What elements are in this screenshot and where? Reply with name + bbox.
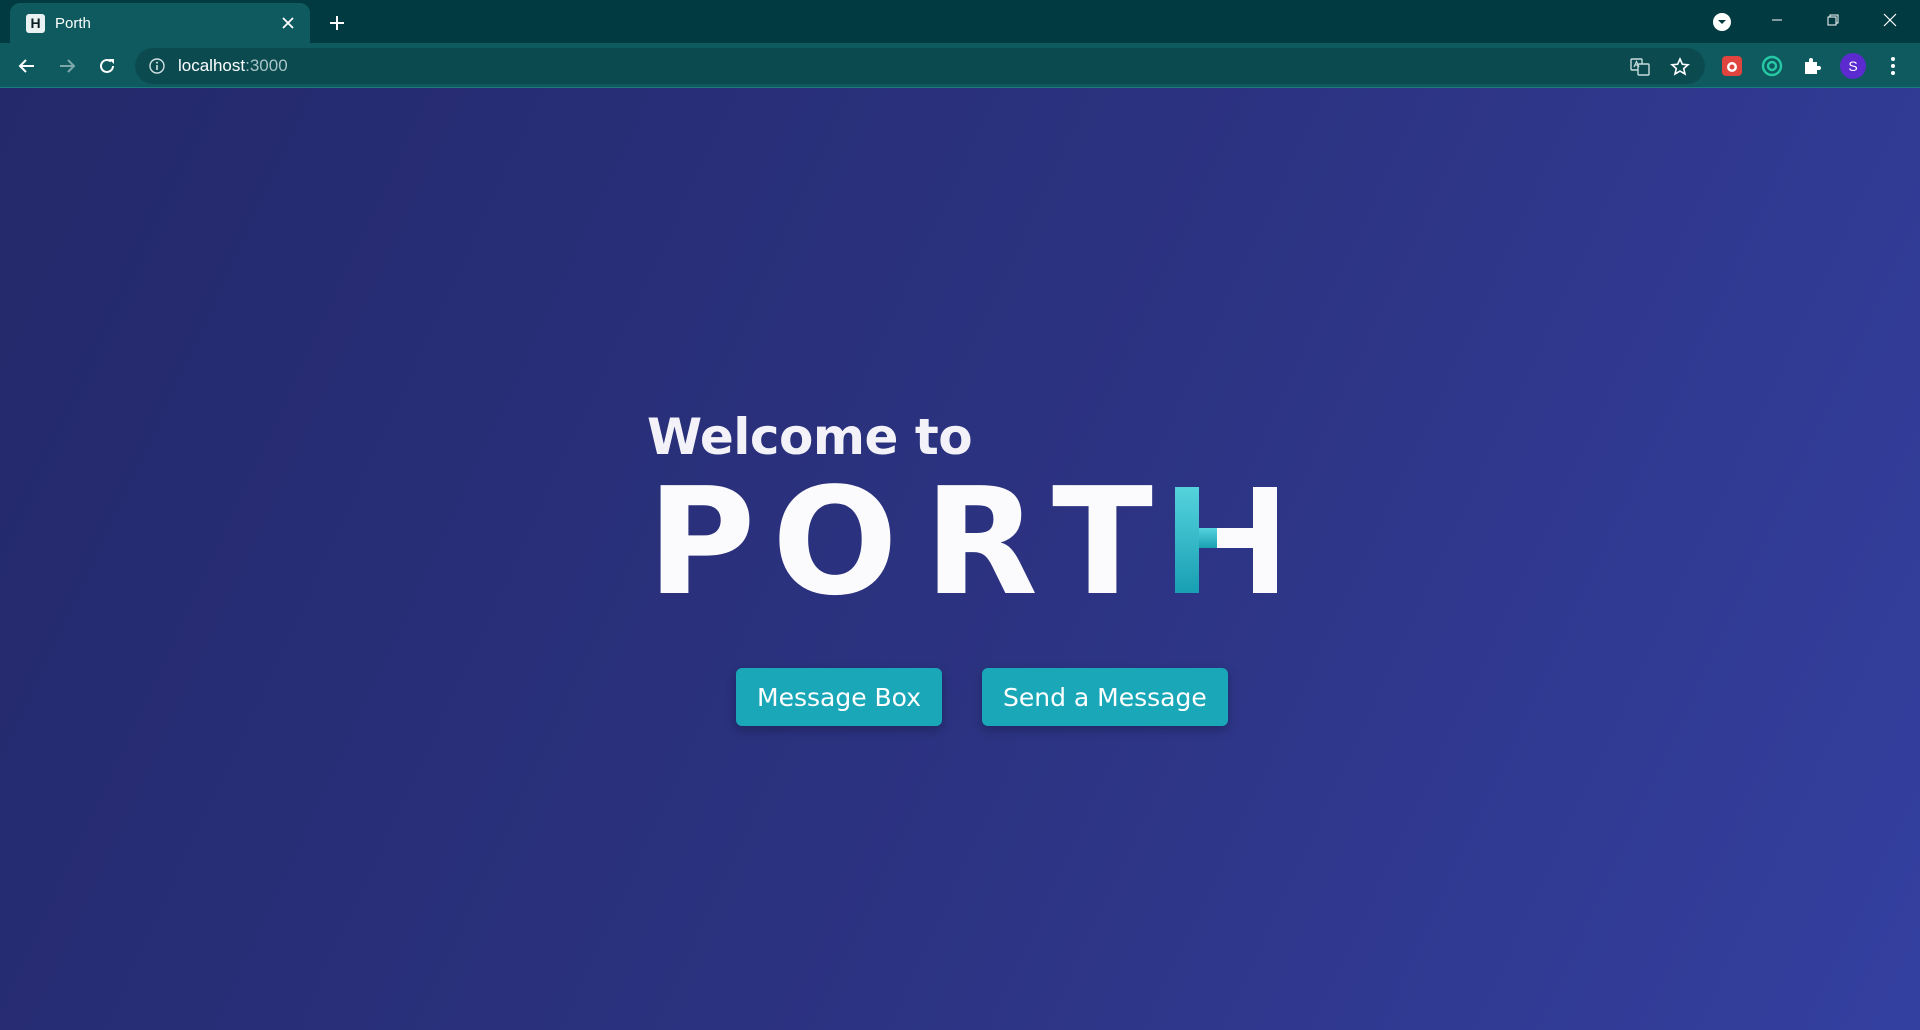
tab-title: Porth	[55, 14, 91, 32]
restore-icon[interactable]	[1805, 0, 1861, 40]
arrow-left-icon[interactable]	[11, 50, 43, 82]
browser-chrome: H Porth localhost:3000 S	[0, 0, 1920, 88]
arrow-right-icon[interactable]	[51, 50, 83, 82]
tab-strip: H Porth	[0, 0, 1920, 43]
brand-letter-r: R	[924, 483, 1038, 603]
dropdown-circle-icon[interactable]	[1710, 10, 1734, 34]
translate-icon[interactable]	[1625, 52, 1655, 82]
extension-ring-icon[interactable]	[1757, 51, 1787, 81]
brand-letter-t: T	[1052, 483, 1153, 603]
extension-red-icon[interactable]	[1717, 51, 1747, 81]
tab-favicon: H	[26, 13, 45, 33]
send-message-button[interactable]: Send a Message	[982, 668, 1228, 726]
close-icon[interactable]	[278, 13, 298, 33]
welcome-heading: Welcome to	[647, 408, 973, 466]
kebab-icon[interactable]	[1878, 51, 1908, 81]
url-host: localhost	[178, 56, 246, 75]
action-buttons: Message Box Send a Message	[736, 668, 1228, 726]
address-bar[interactable]: localhost:3000	[135, 48, 1705, 84]
star-icon[interactable]	[1665, 52, 1695, 82]
avatar-initial: S	[1840, 53, 1866, 79]
plus-icon[interactable]	[322, 8, 352, 38]
page-viewport: Welcome to P O R T Message Box Send a Me…	[0, 88, 1920, 1030]
reload-icon[interactable]	[91, 50, 123, 82]
tab-porth[interactable]: H Porth	[10, 3, 310, 43]
avatar[interactable]: S	[1838, 51, 1868, 81]
minimize-icon[interactable]	[1749, 0, 1805, 40]
brand-letter-p: P	[647, 483, 755, 603]
puzzle-icon[interactable]	[1797, 51, 1827, 81]
brand-wordmark: P O R T	[647, 456, 1277, 628]
url-port: :3000	[245, 56, 288, 75]
message-box-button[interactable]: Message Box	[736, 668, 942, 726]
brand-logo: P O R T	[647, 456, 1287, 628]
hero: Welcome to P O R T	[647, 408, 1297, 628]
info-icon[interactable]	[147, 56, 167, 76]
brand-letter-o: O	[772, 483, 898, 603]
brand-letter-h	[1175, 487, 1277, 593]
browser-toolbar: localhost:3000 S	[0, 43, 1920, 88]
close-window-icon[interactable]	[1862, 0, 1918, 40]
